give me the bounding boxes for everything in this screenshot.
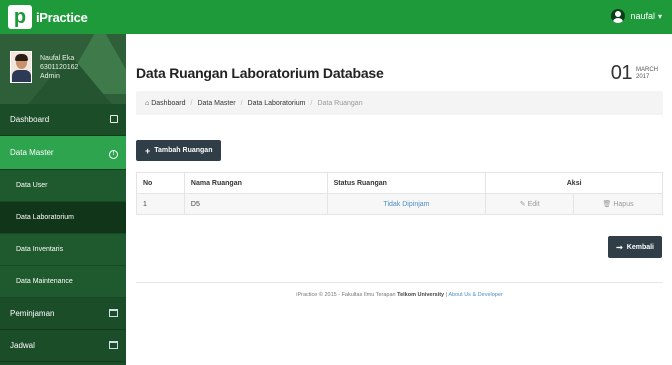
sidebar-item-label: Peminjaman (10, 309, 55, 318)
sign-out-icon: ➞ (616, 242, 623, 252)
top-navbar: p iPractice naufal ▾ (0, 0, 672, 34)
trash-icon: 🗑 (602, 201, 612, 208)
sidebar-item-label: Data Master (10, 148, 54, 157)
footer-separator: | (445, 292, 448, 298)
add-room-label: Tambah Ruangan (154, 147, 213, 154)
back-label: Kembali (626, 243, 654, 251)
date-display: 01 MARCH 2017 (611, 62, 658, 85)
brand-name: iPractice (36, 9, 88, 25)
sidebar-subitem-data-maintenance[interactable]: Data Maintenance (0, 266, 126, 298)
breadcrumb-item-data-master[interactable]: Data Master (197, 100, 235, 107)
sidebar-item-label: Dashboard (10, 115, 50, 124)
sidebar-item-dashboard[interactable]: Dashboard (0, 104, 126, 136)
table-row: 1 D5 Tidak Dipinjam ✎ Edit 🗑 Hapus (136, 193, 663, 215)
breadcrumb-separator: / (190, 99, 193, 107)
date-month-year: MARCH 2017 (636, 67, 658, 81)
breadcrumb: ⌂ Dashboard / Data Master / Data Laborat… (136, 91, 663, 115)
sidebar-subitem-label: Data Laboratorium (16, 214, 74, 221)
profile-role: Admin (40, 73, 60, 80)
avatar (10, 51, 32, 83)
cell-status: Tidak Dipinjam (326, 193, 487, 215)
footer-text: iPractice © 2015 - Fakultas Ilmu Terapan (296, 292, 396, 298)
back-button[interactable]: ➞ Kembali (608, 236, 662, 258)
date-month: MARCH (636, 66, 658, 73)
rooms-table: No Nama Ruangan Status Ruangan Aksi 1 D5… (136, 172, 663, 215)
sidebar-item-peminjaman[interactable]: Peminjaman (0, 298, 126, 330)
edit-button[interactable]: ✎ Edit (520, 201, 540, 208)
delete-button[interactable]: 🗑 Hapus (603, 201, 634, 208)
column-header-no: No (136, 172, 185, 194)
user-menu[interactable]: naufal ▾ (611, 9, 662, 23)
brand-logo-icon: p (8, 5, 32, 29)
brand[interactable]: p iPractice (8, 5, 88, 29)
breadcrumb-item-dashboard[interactable]: Dashboard (151, 100, 185, 107)
cell-hapus: 🗑 Hapus (573, 193, 663, 215)
sidebar-item-jadwal[interactable]: Jadwal (0, 330, 126, 362)
username: naufal (630, 11, 655, 21)
cell-nama-ruangan: D5 (183, 193, 328, 215)
profile-info: Naufal Eka 6301120162 Admin (40, 54, 78, 81)
page-title: Data Ruangan Laboratorium Database (136, 65, 384, 81)
column-header-aksi: Aksi (485, 172, 663, 194)
home-icon: ⌂ (145, 99, 150, 107)
breadcrumb-separator: / (310, 99, 313, 107)
sidebar-subitem-label: Data Maintenance (16, 278, 73, 285)
footer-university: Telkom University (397, 292, 445, 298)
column-header-nama-ruangan: Nama Ruangan (183, 172, 328, 194)
user-icon (611, 9, 626, 23)
calendar-icon (109, 309, 118, 319)
sidebar-item-data-master[interactable]: Data Master ! (0, 136, 126, 170)
cell-no: 1 (136, 193, 185, 215)
edit-label: Edit (527, 201, 540, 208)
main-content: Data Ruangan Laboratorium Database 01 MA… (126, 34, 672, 365)
status-link[interactable]: Tidak Dipinjam (383, 201, 429, 208)
sidebar-subitem-label: Data User (16, 182, 48, 189)
cell-edit: ✎ Edit (485, 193, 575, 215)
sidebar-subitem-label: Data Inventaris (16, 246, 64, 253)
sidebar-subitem-data-laboratorium[interactable]: Data Laboratorium (0, 202, 126, 234)
column-header-status-ruangan: Status Ruangan (326, 172, 487, 194)
edit-icon: ✎ (519, 201, 526, 208)
breadcrumb-item-current: Data Ruangan (317, 99, 363, 107)
chevron-down-icon: ▾ (657, 11, 662, 21)
brand-logo-letter: p (13, 6, 27, 28)
sidebar-subitem-data-inventaris[interactable]: Data Inventaris (0, 234, 126, 266)
sidebar-subitem-data-user[interactable]: Data User (0, 170, 126, 202)
profile-name: Naufal Eka (40, 55, 75, 62)
breadcrumb-separator: / (240, 99, 243, 107)
monitor-icon (110, 115, 118, 125)
profile-id: 6301120162 (40, 64, 79, 71)
info-circle-icon: ! (109, 147, 118, 159)
footer: iPractice © 2015 - Fakultas Ilmu Terapan… (136, 292, 663, 298)
calendar-icon (109, 341, 118, 351)
add-room-button[interactable]: + Tambah Ruangan (136, 140, 222, 161)
breadcrumb-item-data-laboratorium[interactable]: Data Laboratorium (248, 100, 306, 107)
table-header-row: No Nama Ruangan Status Ruangan Aksi (136, 172, 663, 194)
delete-label: Hapus (613, 201, 634, 208)
user-profile-panel: Naufal Eka 6301120162 Admin (0, 34, 126, 104)
plus-icon: + (145, 145, 151, 156)
date-year: 2017 (636, 73, 650, 80)
footer-divider (136, 282, 663, 283)
footer-about-link[interactable]: About Us & Developer (448, 292, 502, 298)
sidebar-item-label: Jadwal (10, 341, 35, 350)
date-day: 01 (610, 62, 633, 84)
sidebar: Naufal Eka 6301120162 Admin Dashboard Da… (0, 34, 126, 365)
